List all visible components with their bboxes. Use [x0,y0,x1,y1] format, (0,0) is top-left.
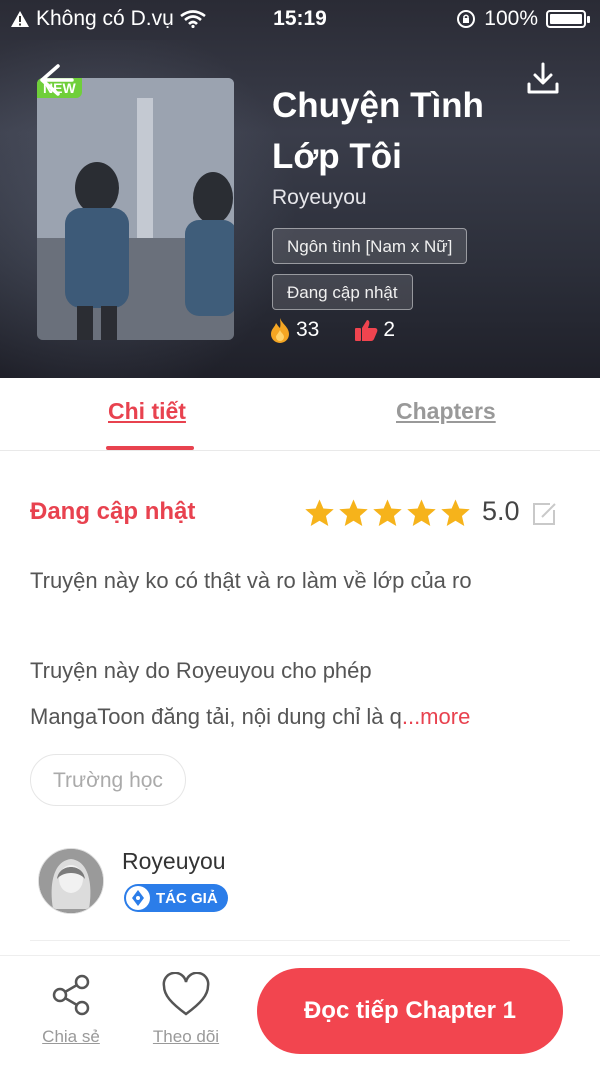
back-button[interactable] [36,60,80,100]
share-label: Chia sẻ [42,1027,100,1046]
section-divider [30,940,570,941]
star-icon [373,499,402,527]
author-avatar[interactable] [38,848,104,914]
fire-icon [271,318,289,343]
back-arrow-icon [40,64,74,96]
cover-illustration [37,78,234,340]
heart-icon [162,971,210,1016]
active-tab-indicator [106,446,194,450]
thumbs-up-icon [355,320,378,341]
rate-edit-button[interactable] [530,500,558,533]
author-role-badge: TÁC GIẢ [124,884,228,912]
title-line-2: Lớp Tôi [272,137,402,176]
avatar-illustration [39,849,103,913]
tab-details[interactable]: Chi tiết [108,398,186,425]
description-text: MangaToon đăng tải, nội dung chỉ là q [30,704,402,729]
star-icon [407,499,436,527]
follow-label: Theo dõi [152,1027,220,1046]
star-icon [339,499,368,527]
stats-row: 33 2 [268,316,429,344]
battery-icon [546,10,590,28]
share-icon [52,974,90,1016]
description-line-3: MangaToon đăng tải, nội dung chỉ là q...… [30,702,570,732]
tab-bar: Chi tiết Chapters [0,378,600,451]
comic-cover-image: NEW [37,78,234,340]
star-icon [441,499,470,527]
header-hero: Không có D.vụ 15:19 100% NEW Chuyện Tình… [0,0,600,378]
battery-percent: 100% [484,7,538,30]
genre-chip[interactable]: Trường học [30,754,186,806]
title-line-1: Chuyện Tình [272,86,484,125]
author-role-label: TÁC GIẢ [156,889,218,907]
description-line-1: Truyện này ko có thật và ro làm về lớp c… [30,568,472,593]
star-icon [305,499,334,527]
share-button[interactable]: Chia sẻ [26,972,116,1047]
rating-value: 5.0 [482,496,520,526]
bottom-action-bar: Chia sẻ Theo dõi Đọc tiếp Chapter 1 [0,955,600,1066]
tab-chapters[interactable]: Chapters [396,398,496,425]
genre-tag[interactable]: Ngôn tình [Nam x Nữ] [272,228,468,264]
author-name[interactable]: Royeuyou [122,848,226,875]
hot-count: 33 [296,318,320,341]
continue-reading-button[interactable]: Đọc tiếp Chapter 1 [257,968,563,1054]
rotation-lock-icon [457,10,476,28]
like-count: 2 [383,318,396,341]
description-line-2: Truyện này do Royeuyou cho phép [30,658,372,683]
more-link[interactable]: ...more [402,704,470,729]
update-status: Đang cập nhật [30,498,196,525]
edit-icon [533,503,556,525]
comic-title: Chuyện Tình Lớp Tôi [272,80,572,182]
header-author[interactable]: Royeuyou [272,186,367,210]
follow-button[interactable]: Theo dõi [141,971,231,1047]
status-tag[interactable]: Đang cập nhật [272,274,413,310]
rating-stars[interactable] [304,498,471,528]
pen-nib-icon [126,886,150,910]
status-bar: Không có D.vụ 15:19 100% [0,0,600,38]
